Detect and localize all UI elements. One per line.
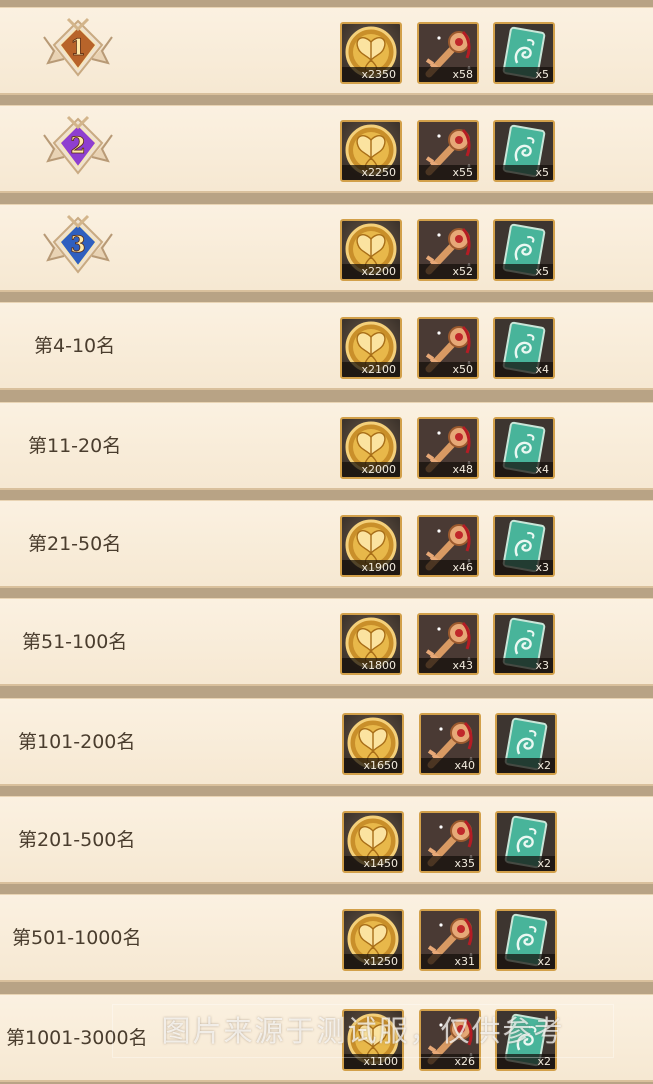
jade-dragon-card-item[interactable]: x3 — [493, 613, 555, 675]
butterfly-coin-item[interactable]: x1450 — [342, 811, 404, 873]
medal-number: 3 — [70, 232, 85, 258]
item-quantity: x5 — [495, 67, 553, 82]
reward-row: 第21-50名 x1900 x46 x3 — [0, 500, 653, 588]
item-quantity: x1800 — [342, 658, 400, 673]
butterfly-coin-item[interactable]: x2350 — [340, 22, 402, 84]
item-quantity: x5 — [495, 264, 553, 279]
item-quantity: x2100 — [342, 362, 400, 377]
ranking-reward-list: 1 x2350 x58 x5 2 x2250 x55 x5 3 x2200 x52 x5 第4-10名 x… — [0, 0, 653, 1084]
red-key-item[interactable]: x50 — [417, 317, 479, 379]
item-quantity: x4 — [495, 362, 553, 377]
reward-row: 第4-10名 x2100 x50 x4 — [0, 302, 653, 390]
jade-dragon-card-item[interactable]: x2 — [495, 909, 557, 971]
red-key-item[interactable]: x48 — [417, 417, 479, 479]
rank-range-label: 第11-20名 — [28, 435, 122, 457]
item-quantity: x4 — [495, 462, 553, 477]
butterfly-coin-item[interactable]: x1250 — [342, 909, 404, 971]
jade-dragon-card-item[interactable]: x3 — [493, 515, 555, 577]
item-quantity: x31 — [421, 954, 479, 969]
item-quantity: x43 — [419, 658, 477, 673]
rank-range-label: 第101-200名 — [18, 731, 136, 753]
item-quantity: x1450 — [344, 856, 402, 871]
watermark-text: 图片来源于测试服，仅供参考 — [112, 1004, 614, 1058]
rank-medal-icon: 2 — [38, 115, 118, 185]
jade-dragon-card-item[interactable]: x4 — [493, 417, 555, 479]
jade-dragon-card-item[interactable]: x5 — [493, 120, 555, 182]
item-quantity: x52 — [419, 264, 477, 279]
item-quantity: x46 — [419, 560, 477, 575]
rank-medal-icon: 1 — [38, 17, 118, 87]
reward-row: 3 x2200 x52 x5 — [0, 204, 653, 292]
red-key-item[interactable]: x40 — [419, 713, 481, 775]
butterfly-coin-item[interactable]: x2250 — [340, 120, 402, 182]
item-quantity: x1650 — [344, 758, 402, 773]
item-quantity: x2000 — [342, 462, 400, 477]
medal-number: 1 — [70, 35, 85, 61]
item-quantity: x2250 — [342, 165, 400, 180]
red-key-item[interactable]: x31 — [419, 909, 481, 971]
item-quantity: x2 — [497, 954, 555, 969]
item-quantity: x3 — [495, 658, 553, 673]
red-key-item[interactable]: x46 — [417, 515, 479, 577]
item-quantity: x50 — [419, 362, 477, 377]
rank-range-label: 第21-50名 — [28, 533, 122, 555]
rank-medal-icon: 3 — [38, 214, 118, 284]
red-key-item[interactable]: x43 — [417, 613, 479, 675]
jade-dragon-card-item[interactable]: x4 — [493, 317, 555, 379]
butterfly-coin-item[interactable]: x1650 — [342, 713, 404, 775]
butterfly-coin-item[interactable]: x2200 — [340, 219, 402, 281]
rank-range-label: 第4-10名 — [34, 335, 116, 357]
butterfly-coin-item[interactable]: x2000 — [340, 417, 402, 479]
rank-range-label: 第51-100名 — [22, 631, 128, 653]
reward-row: 第501-1000名 x1250 x31 x2 — [0, 894, 653, 982]
item-quantity: x55 — [419, 165, 477, 180]
jade-dragon-card-item[interactable]: x5 — [493, 219, 555, 281]
butterfly-coin-item[interactable]: x1800 — [340, 613, 402, 675]
item-quantity: x5 — [495, 165, 553, 180]
item-quantity: x35 — [421, 856, 479, 871]
reward-row: 2 x2250 x55 x5 — [0, 105, 653, 193]
reward-row: 第201-500名 x1450 x35 x2 — [0, 796, 653, 884]
item-quantity: x1900 — [342, 560, 400, 575]
reward-row: 1 x2350 x58 x5 — [0, 7, 653, 95]
item-quantity: x2 — [497, 758, 555, 773]
item-quantity: x40 — [421, 758, 479, 773]
item-quantity: x2350 — [342, 67, 400, 82]
item-quantity: x58 — [419, 67, 477, 82]
red-key-item[interactable]: x55 — [417, 120, 479, 182]
butterfly-coin-item[interactable]: x2100 — [340, 317, 402, 379]
reward-row: 第11-20名 x2000 x48 x4 — [0, 402, 653, 490]
rank-range-label: 第501-1000名 — [12, 927, 142, 949]
item-quantity: x48 — [419, 462, 477, 477]
jade-dragon-card-item[interactable]: x2 — [495, 811, 557, 873]
reward-row: 第101-200名 x1650 x40 x2 — [0, 698, 653, 786]
medal-number: 2 — [70, 133, 85, 159]
red-key-item[interactable]: x35 — [419, 811, 481, 873]
item-quantity: x3 — [495, 560, 553, 575]
reward-row: 第51-100名 x1800 x43 x3 — [0, 598, 653, 686]
red-key-item[interactable]: x58 — [417, 22, 479, 84]
item-quantity: x2 — [497, 856, 555, 871]
item-quantity: x2200 — [342, 264, 400, 279]
butterfly-coin-item[interactable]: x1900 — [340, 515, 402, 577]
item-quantity: x1250 — [344, 954, 402, 969]
jade-dragon-card-item[interactable]: x2 — [495, 713, 557, 775]
rank-range-label: 第201-500名 — [18, 829, 136, 851]
jade-dragon-card-item[interactable]: x5 — [493, 22, 555, 84]
red-key-item[interactable]: x52 — [417, 219, 479, 281]
